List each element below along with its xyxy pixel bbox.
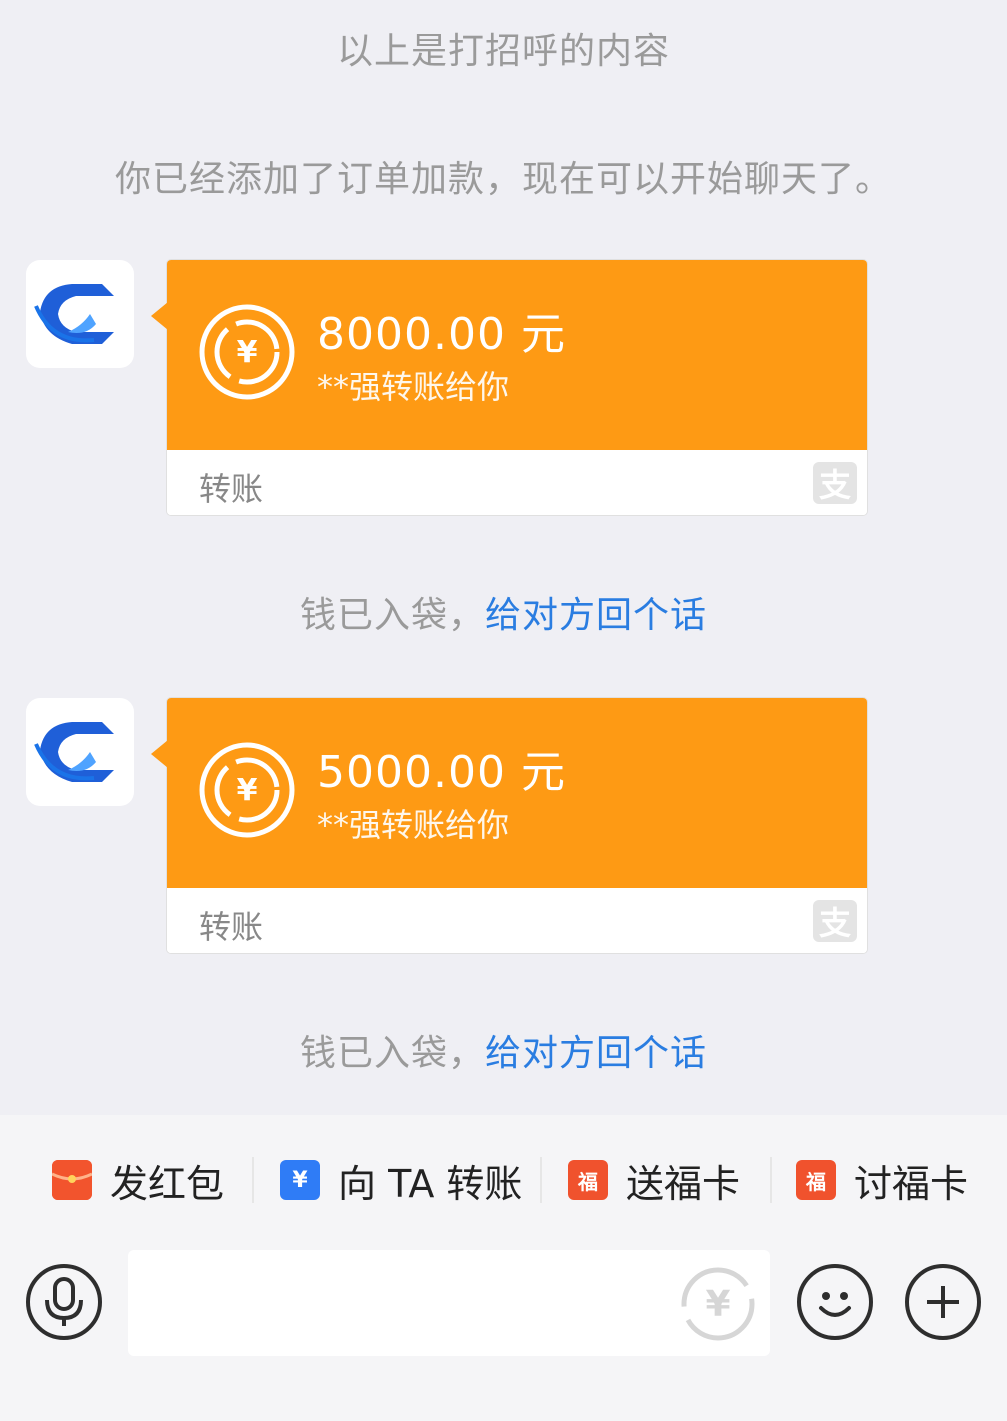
- receipt-text: 钱已入袋，: [299, 595, 485, 636]
- reply-link[interactable]: 给对方回个话: [485, 595, 707, 636]
- receipt-text: 钱已入袋，: [299, 1033, 485, 1074]
- receipt-note: 钱已入袋，给对方回个话: [0, 586, 1007, 638]
- red-packet-icon: [52, 1160, 92, 1200]
- receipt-note: 钱已入袋，给对方回个话: [0, 1024, 1007, 1076]
- company-logo-icon: [34, 722, 114, 782]
- voice-button[interactable]: [26, 1264, 102, 1340]
- transfer-type-label: 转账: [199, 470, 264, 508]
- request-fu-card-button[interactable]: 福 讨福卡: [796, 1145, 968, 1215]
- alipay-icon: 支: [813, 900, 857, 942]
- svg-text:¥: ¥: [237, 335, 258, 370]
- transfer-from: **强转账给你: [317, 806, 510, 844]
- avatar[interactable]: [26, 698, 134, 806]
- yuan-icon[interactable]: ¥: [678, 1264, 758, 1344]
- input-bar: ¥: [0, 1240, 1007, 1421]
- message-input[interactable]: ¥: [128, 1250, 770, 1356]
- quick-action-label: 向 TA 转账: [338, 1161, 523, 1206]
- quick-action-label: 送福卡: [626, 1161, 741, 1206]
- svg-text:¥: ¥: [705, 1284, 730, 1325]
- transfer-card[interactable]: ¥ 8000.00 元 **强转账给你 转账 支: [151, 260, 867, 515]
- microphone-icon: [45, 1277, 83, 1326]
- fu-card-icon: 福: [796, 1160, 836, 1200]
- plus-button[interactable]: [905, 1264, 981, 1340]
- transfer-from: **强转账给你: [317, 368, 510, 406]
- red-packet-button[interactable]: 发红包: [52, 1145, 224, 1215]
- greeting-note: 以上是打招呼的内容: [336, 31, 670, 72]
- plus-icon: [927, 1286, 959, 1318]
- transfer-type-label: 转账: [199, 908, 264, 946]
- transfer-coin-icon: ¥: [199, 742, 295, 838]
- alipay-icon: 支: [813, 462, 857, 504]
- fu-card-icon: 福: [568, 1160, 608, 1200]
- added-note: 你已经添加了订单加款，现在可以开始聊天了。: [114, 159, 892, 200]
- transfer-icon: ¥: [280, 1160, 320, 1200]
- emoji-icon: [819, 1292, 851, 1317]
- company-logo-icon: [34, 284, 114, 344]
- reply-link[interactable]: 给对方回个话: [485, 1033, 707, 1074]
- transfer-amount: 8000.00 元: [317, 309, 566, 360]
- transfer-button[interactable]: ¥ 向 TA 转账: [280, 1145, 522, 1215]
- send-fu-card-button[interactable]: 福 送福卡: [568, 1145, 740, 1215]
- transfer-coin-icon: ¥: [199, 304, 295, 400]
- transfer-amount: 5000.00 元: [317, 747, 566, 798]
- transfer-card[interactable]: ¥ 5000.00 元 **强转账给你 转账 支: [151, 698, 867, 953]
- svg-text:¥: ¥: [237, 773, 258, 808]
- avatar[interactable]: [26, 260, 134, 368]
- emoji-button[interactable]: [797, 1264, 873, 1340]
- quick-action-bar: 发红包 ¥ 向 TA 转账 福 送福卡 福 讨福卡: [0, 1115, 1007, 1240]
- quick-action-label: 讨福卡: [854, 1161, 969, 1206]
- quick-action-label: 发红包: [110, 1161, 225, 1206]
